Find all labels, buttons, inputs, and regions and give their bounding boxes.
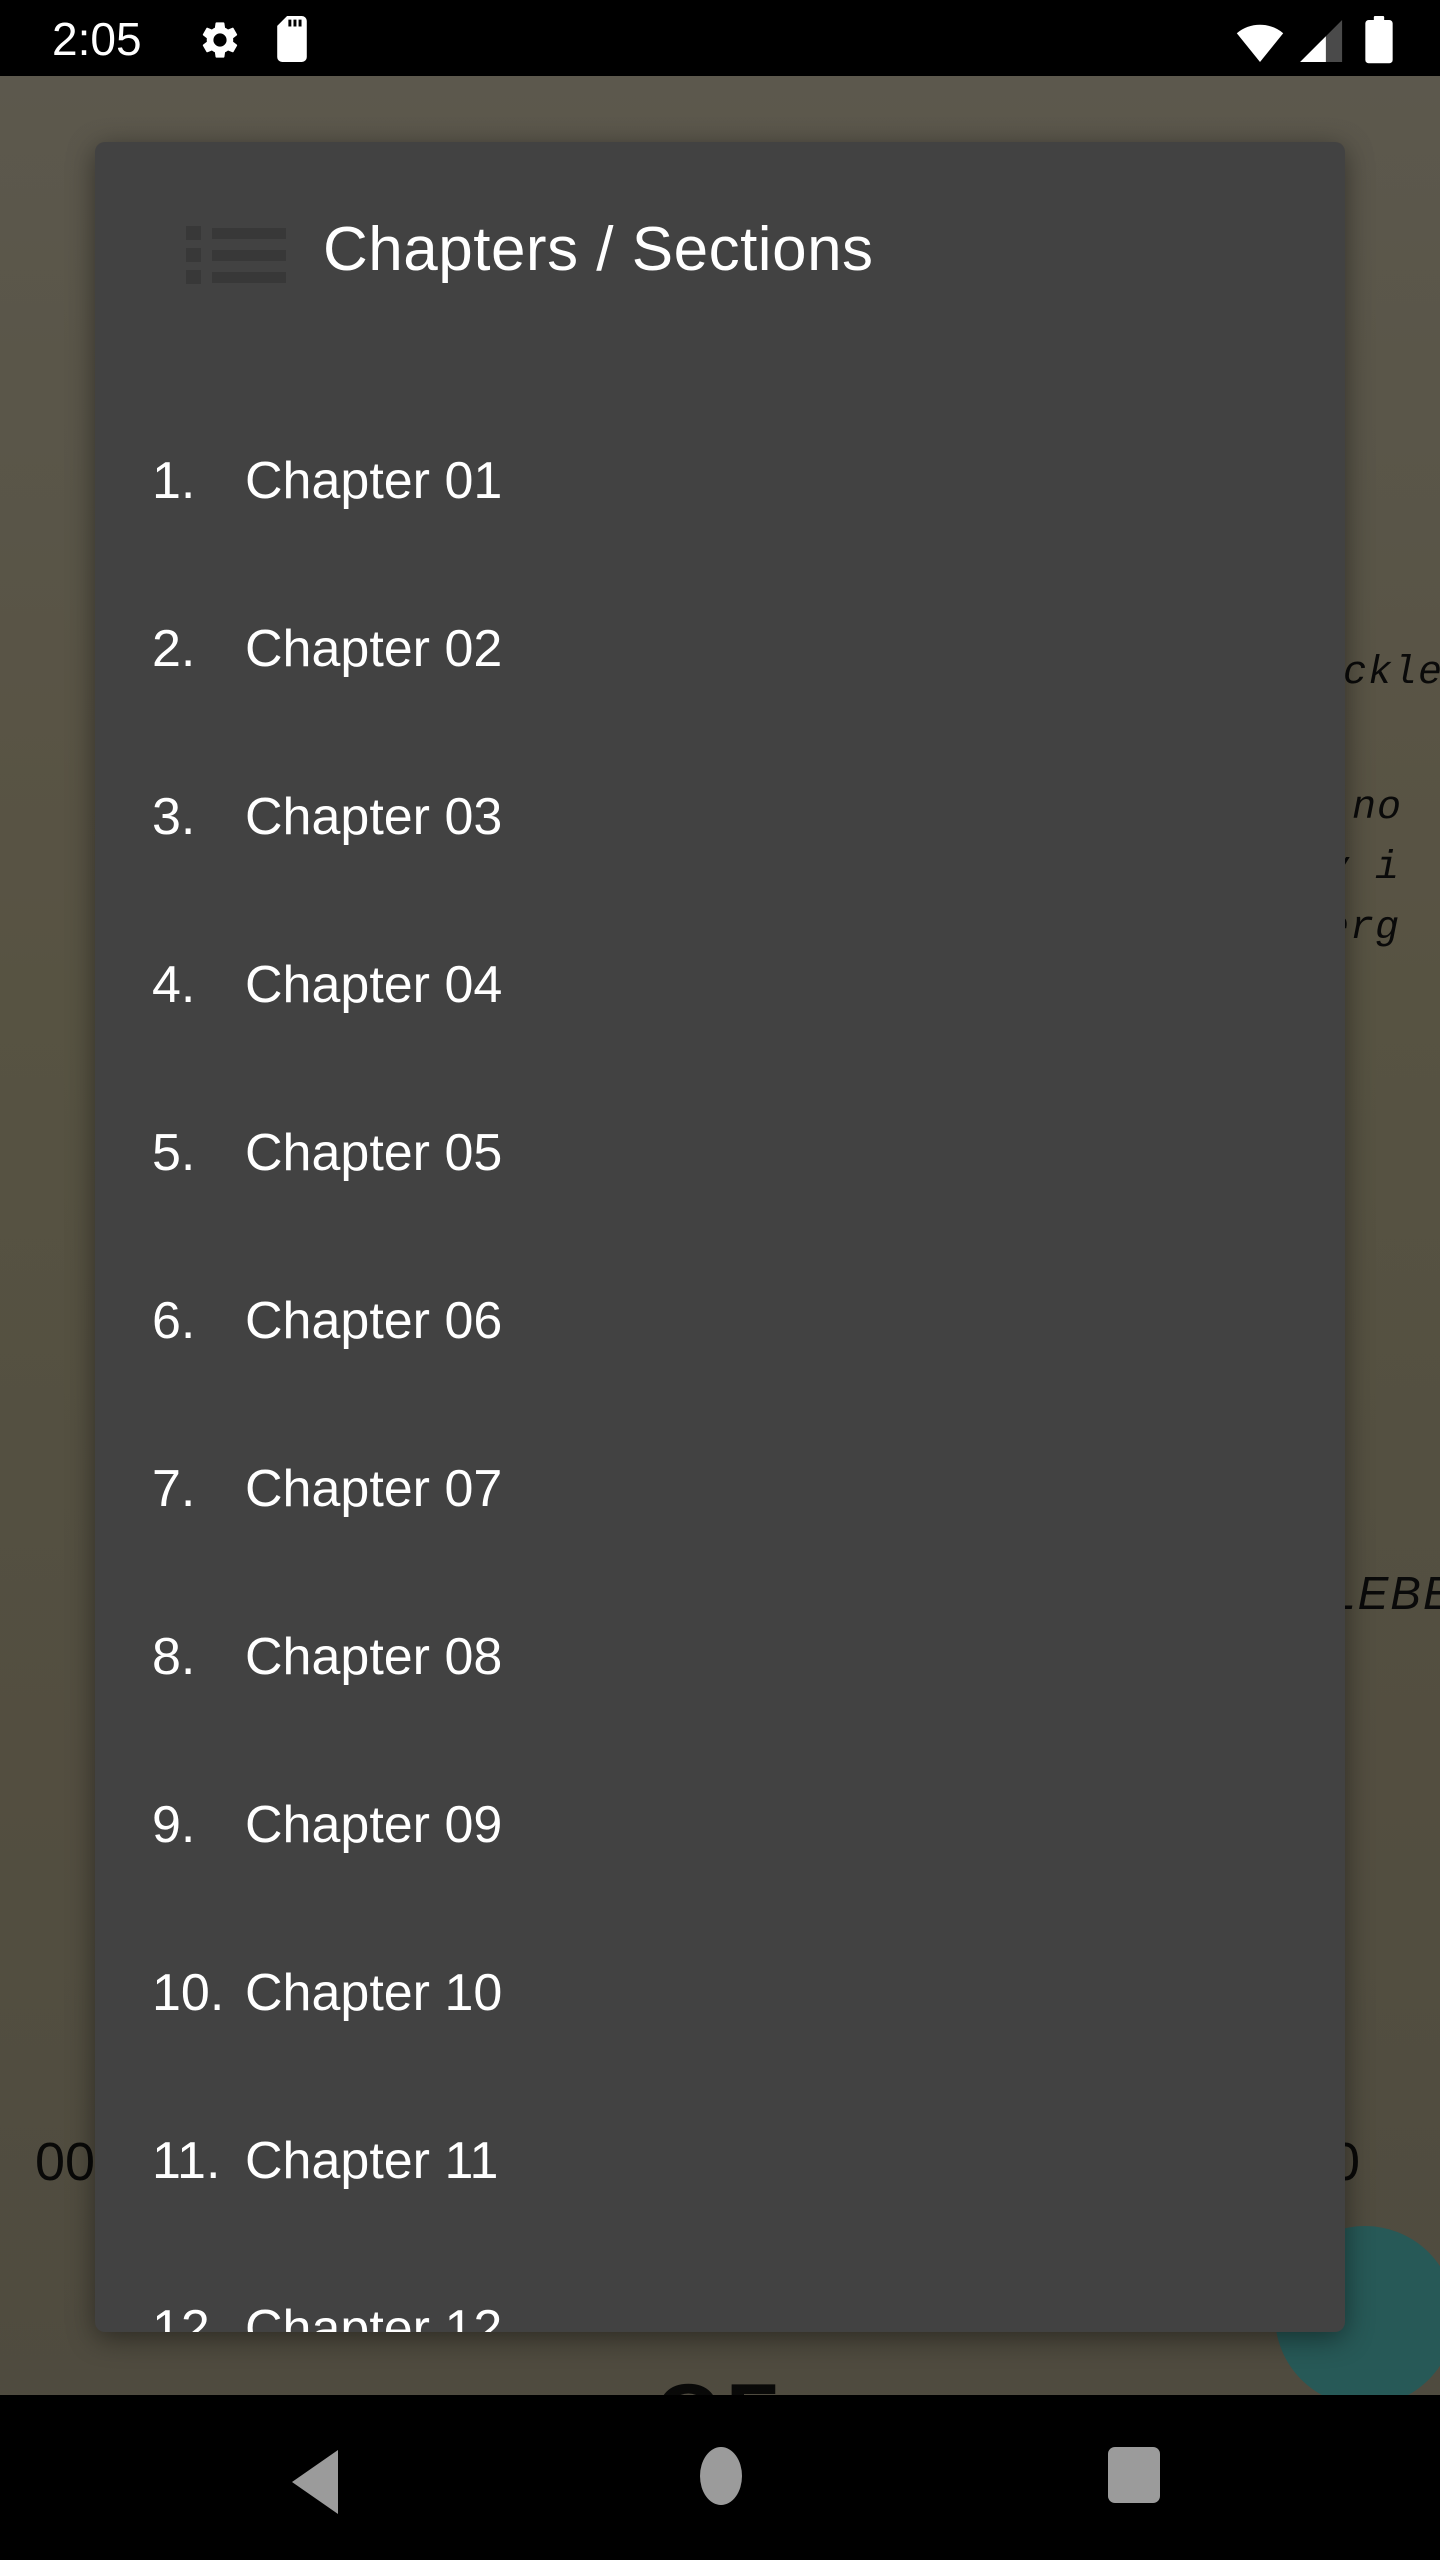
chapter-label: Chapter 08 (245, 1628, 503, 1686)
chapter-number: 7. (152, 1460, 196, 1518)
chapter-label: Chapter 11 (245, 2132, 499, 2190)
chapter-label: Chapter 03 (245, 788, 503, 846)
chapter-label: Chapter 12 (245, 2300, 503, 2332)
back-button[interactable] (292, 2450, 338, 2514)
chapter-number: 6. (152, 1292, 196, 1350)
list-item[interactable]: 1. Chapter 01 (95, 397, 1345, 565)
chapter-number: 3. (152, 788, 196, 846)
list-item[interactable]: 4. Chapter 04 (95, 901, 1345, 1069)
chapter-label: Chapter 07 (245, 1460, 503, 1518)
chapter-number: 5. (152, 1124, 196, 1182)
chapter-label: Chapter 06 (245, 1292, 503, 1350)
chapter-number: 2. (152, 620, 196, 678)
list-item[interactable]: 5. Chapter 05 (95, 1069, 1345, 1237)
chapter-list[interactable]: 1. Chapter 01 2. Chapter 02 3. Chapter 0… (95, 397, 1345, 2332)
chapter-number: 4. (152, 956, 196, 1014)
chapter-number: 11. (152, 2132, 221, 2190)
list-item[interactable]: 8. Chapter 08 (95, 1573, 1345, 1741)
cell-signal-icon (1300, 20, 1343, 62)
list-icon (186, 226, 286, 284)
sdcard-icon (277, 16, 307, 62)
chapter-label: Chapter 05 (245, 1124, 503, 1182)
android-navigation-bar (0, 2395, 1440, 2560)
chapter-label: Chapter 01 (245, 452, 503, 510)
list-item[interactable]: 7. Chapter 07 (95, 1405, 1345, 1573)
chapter-label: Chapter 04 (245, 956, 503, 1014)
list-item[interactable]: 10. Chapter 10 (95, 1909, 1345, 2077)
dialog-title: Chapters / Sections (323, 215, 874, 284)
chapter-number: 9. (152, 1796, 196, 1854)
chapters-sections-dialog[interactable]: Chapters / Sections 1. Chapter 01 2. Cha… (95, 142, 1345, 2332)
status-bar-clock: 2:05 (52, 13, 142, 65)
status-bar: 2:05 (0, 0, 1440, 76)
list-item[interactable]: 6. Chapter 06 (95, 1237, 1345, 1405)
recents-button[interactable] (1108, 2447, 1160, 2503)
battery-icon (1365, 16, 1393, 64)
chapter-label: Chapter 10 (245, 1964, 503, 2022)
chapter-number: 12. (152, 2300, 225, 2332)
wifi-icon (1236, 24, 1284, 62)
list-item[interactable]: 12. Chapter 12 (95, 2245, 1345, 2332)
list-item[interactable]: 3. Chapter 03 (95, 733, 1345, 901)
gear-icon (202, 22, 238, 58)
list-item[interactable]: 2. Chapter 02 (95, 565, 1345, 733)
home-button[interactable] (700, 2447, 742, 2505)
chapter-label: Chapter 02 (245, 620, 503, 678)
chapter-label: Chapter 09 (245, 1796, 503, 1854)
chapter-number: 10. (152, 1964, 225, 2022)
list-item[interactable]: 9. Chapter 09 (95, 1741, 1345, 1909)
chapter-number: 8. (152, 1628, 196, 1686)
dialog-header: Chapters / Sections (95, 142, 1345, 294)
list-item[interactable]: 11. Chapter 11 (95, 2077, 1345, 2245)
chapter-number: 1. (152, 452, 196, 510)
